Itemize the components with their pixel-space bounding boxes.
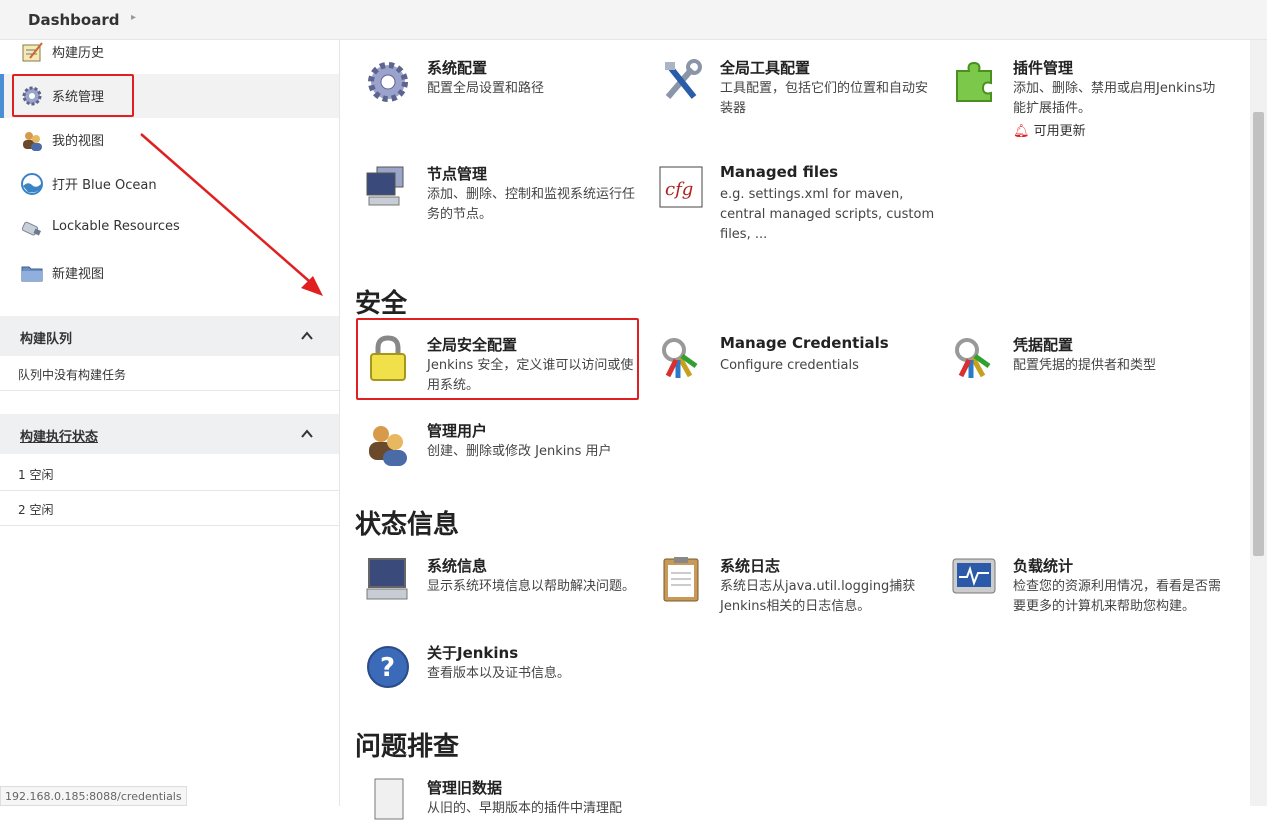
plugin-update-link[interactable]: 🔔︎ 可用更新 — [1013, 120, 1086, 139]
sidebar-item-label: 构建历史 — [52, 46, 105, 61]
plugin-update-text[interactable]: 可用更新 — [1034, 124, 1086, 139]
chevron-up-icon[interactable] — [301, 330, 313, 342]
tile-title[interactable]: 节点管理 — [427, 163, 487, 184]
tile-title[interactable]: 插件管理 — [1013, 57, 1073, 78]
blue-ocean-icon — [21, 173, 43, 195]
executor-row[interactable]: 2 空闲 — [0, 491, 339, 526]
keys-icon — [662, 338, 698, 378]
puzzle-icon — [956, 61, 992, 102]
executors-title[interactable]: 构建执行状态 — [20, 426, 98, 445]
tile-desc: 添加、删除、禁用或启用Jenkins功能扩展插件。 — [1013, 81, 1216, 116]
tile-title[interactable]: 关于Jenkins — [427, 642, 518, 663]
help-icon: ? — [367, 646, 409, 688]
tile-desc: 配置凭据的提供者和类型 — [1013, 358, 1157, 373]
tile-desc: e.g. settings.xml for maven, central man… — [720, 187, 935, 242]
tile-desc: 从旧的、早期版本的插件中清理配 — [427, 801, 623, 816]
executor-status: 1 空闲 — [18, 468, 54, 482]
build-queue-title: 构建队列 — [20, 332, 73, 347]
tile-desc: 添加、删除、控制和监视系统运行任务的节点。 — [427, 187, 636, 222]
keys-icon — [955, 338, 991, 378]
executor-status: 2 空闲 — [18, 503, 54, 517]
section-heading-security: 安全 — [355, 289, 408, 319]
executor-row[interactable]: 1 空闲 — [0, 456, 339, 491]
users-icon — [369, 426, 407, 466]
executors-header[interactable]: 构建执行状态 — [0, 414, 339, 454]
cfg-file-icon: cfg — [659, 166, 703, 208]
tile-desc: 创建、删除或修改 Jenkins 用户 — [427, 444, 612, 459]
tile-desc: 查看版本以及证书信息。 — [427, 666, 571, 681]
build-queue-empty-row: 队列中没有构建任务 — [0, 356, 339, 391]
tile-title[interactable]: 全局工具配置 — [720, 57, 810, 78]
tile-title[interactable]: 凭据配置 — [1013, 334, 1073, 355]
monitor-graph-icon — [952, 558, 996, 594]
tile-title[interactable]: 全局安全配置 — [427, 334, 517, 355]
tile-desc: 检查您的资源利用情况，看看是否需要更多的计算机来帮助您构建。 — [1013, 579, 1222, 614]
tile-title[interactable]: 系统信息 — [427, 555, 487, 576]
usb-icon — [21, 221, 42, 236]
tile-desc: Configure credentials — [720, 358, 859, 373]
svg-text:cfg: cfg — [665, 179, 693, 200]
tile-desc: 工具配置，包括它们的位置和自动安装器 — [720, 81, 929, 116]
tile-title[interactable]: Manage Credentials — [720, 334, 889, 352]
tile-desc: 显示系统环境信息以帮助解决问题。 — [427, 579, 636, 594]
lock-icon — [370, 335, 406, 381]
tile-desc: 系统日志从java.util.logging捕获Jenkins相关的日志信息。 — [720, 579, 916, 614]
scrollbar-thumb[interactable] — [1253, 112, 1264, 556]
svg-text:?: ? — [380, 653, 395, 683]
folder-icon — [21, 266, 43, 282]
tile-title[interactable]: 系统日志 — [720, 555, 780, 576]
tile-title[interactable]: 系统配置 — [427, 57, 487, 78]
section-heading-troubleshooting: 问题排查 — [355, 732, 460, 762]
sidebar-item-label: 我的视图 — [52, 134, 105, 149]
breadcrumb-dashboard[interactable]: Dashboard — [28, 11, 119, 29]
status-url: 192.168.0.185:8088/credentials — [0, 786, 187, 806]
annotation-arrow — [140, 133, 323, 296]
computer-icon — [366, 558, 408, 600]
build-queue-header[interactable]: 构建队列 — [0, 316, 339, 356]
sidebar-item-build-history[interactable]: 构建历史 — [0, 30, 339, 74]
computer-network-icon — [366, 166, 404, 206]
tile-title[interactable]: 管理旧数据 — [427, 777, 502, 798]
clipboard-icon — [663, 557, 699, 602]
tile-desc: 配置全局设置和路径 — [427, 81, 545, 96]
build-queue-empty-text: 队列中没有构建任务 — [18, 368, 127, 382]
gear-icon — [368, 62, 408, 102]
breadcrumb-arrow-icon[interactable]: ▸ — [131, 12, 136, 23]
tools-icon — [665, 59, 702, 99]
tile-title[interactable]: Managed files — [720, 163, 838, 181]
section-heading-status: 状态信息 — [355, 510, 460, 540]
notepad-icon — [22, 42, 43, 62]
chevron-up-icon[interactable] — [301, 428, 313, 440]
sidebar-highlight-box — [12, 74, 134, 117]
tile-title[interactable]: 管理用户 — [427, 420, 487, 441]
tile-title[interactable]: 负载统计 — [1013, 555, 1073, 576]
document-icon — [374, 778, 404, 820]
sidebar-item-label: 新建视图 — [52, 267, 105, 282]
bell-icon: 🔔︎ — [1013, 124, 1030, 139]
tile-desc: Jenkins 安全，定义谁可以访问或使用系统。 — [427, 358, 634, 393]
users-icon — [23, 132, 42, 151]
